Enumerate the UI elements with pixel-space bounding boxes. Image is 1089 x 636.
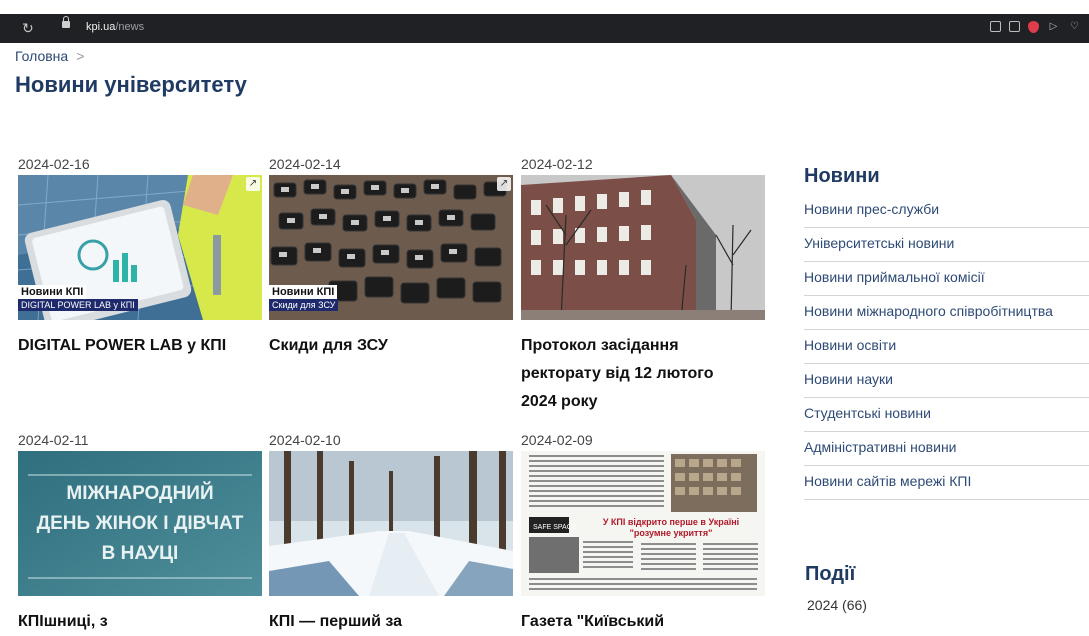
shield-icon[interactable] <box>1028 20 1039 33</box>
image-text-line: ДЕНЬ ЖІНОК І ДІВЧАТ <box>37 513 244 534</box>
news-image[interactable] <box>521 175 765 320</box>
sidebar-item-international[interactable]: Новини міжнародного співробітництва <box>804 296 1089 330</box>
news-title-link[interactable]: Скиди для ЗСУ <box>269 332 494 360</box>
url-path: /news <box>115 21 145 33</box>
news-image[interactable]: ↗ Новини КПІ DIGITAL POWER LAB у КПІ <box>18 175 262 320</box>
news-card[interactable]: 2024-02-12 Протокол засідання ректорату … <box>521 156 765 416</box>
sidebar-item-network-sites[interactable]: Новини сайтів мережі КПІ <box>804 466 1089 500</box>
image-text-line: В НАУЦІ <box>102 543 179 564</box>
reload-icon[interactable]: ↻ <box>22 20 34 37</box>
sidebar-news-categories: Новини Новини прес-служби Університетськ… <box>804 165 1089 500</box>
address-bar[interactable]: kpi.ua/news <box>86 21 144 33</box>
breadcrumb-home-link[interactable]: Головна <box>15 48 68 64</box>
news-date: 2024-02-09 <box>521 432 593 448</box>
image-badge: Новини КПІ Скиди для ЗСУ <box>269 285 339 311</box>
share-icon[interactable]: ↗ <box>497 177 511 191</box>
sidebar-list: Новини прес-служби Університетські новин… <box>804 194 1089 500</box>
sidebar-item-university[interactable]: Університетські новини <box>804 228 1089 262</box>
page-title: Новини університету <box>15 72 247 97</box>
news-title-link[interactable]: КПІ — перший за <box>269 608 494 636</box>
news-title-link[interactable]: Протокол засідання ректорату від 12 люто… <box>521 332 746 416</box>
badge-caption: DIGITAL POWER LAB у КПІ <box>18 299 138 311</box>
sidebar-item-education[interactable]: Новини освіти <box>804 330 1089 364</box>
news-title-link[interactable]: КПІшниці, з <box>18 608 243 636</box>
news-image[interactable]: SAFE SPACE У КПІ відкрито перше в Україн… <box>521 451 765 596</box>
news-image[interactable]: ↗ Новини КПІ Скиди для ЗСУ <box>269 175 513 320</box>
news-card[interactable]: 2024-02-14 ↗ Новини КПІ Скиди для ЗСУ Ск… <box>269 156 513 416</box>
sidebar-item-science[interactable]: Новини науки <box>804 364 1089 398</box>
url-host: kpi.ua <box>86 21 116 33</box>
events-year-link[interactable]: 2024 (66) <box>807 597 867 613</box>
news-card[interactable]: 2024-02-09 SAFE SPACE У КПІ відкрито пер… <box>521 432 765 632</box>
news-date: 2024-02-14 <box>269 156 341 172</box>
news-title-link[interactable]: Газета "Київський <box>521 608 746 636</box>
browser-toolbar: ↻ kpi.ua/news ▷ ♡ <box>0 14 1089 43</box>
news-date: 2024-02-16 <box>18 156 90 172</box>
news-title-link[interactable]: DIGITAL POWER LAB у КПІ <box>18 332 243 360</box>
heart-icon[interactable]: ♡ <box>1068 20 1081 33</box>
news-card[interactable]: 2024-02-11 МІЖНАРОДНИЙ ДЕНЬ ЖІНОК І ДІВЧ… <box>18 432 262 632</box>
sidebar-item-students[interactable]: Студентські новини <box>804 398 1089 432</box>
badge-caption: Скиди для ЗСУ <box>269 299 339 311</box>
image-text-line: "розумне укриття" <box>630 528 713 538</box>
news-date: 2024-02-11 <box>18 432 89 448</box>
camera-icon[interactable] <box>1009 21 1020 32</box>
news-card[interactable]: 2024-02-10 КПІ — перший за <box>269 432 513 632</box>
events-title: Події <box>805 563 856 585</box>
image-text-line: SAFE SPACE <box>533 524 577 531</box>
share-icon[interactable]: ↗ <box>246 177 260 191</box>
toolbar-icons: ▷ ♡ <box>990 20 1081 33</box>
send-icon[interactable]: ▷ <box>1047 20 1060 33</box>
sidebar-item-administrative[interactable]: Адміністративні новини <box>804 432 1089 466</box>
breadcrumb: Головна > <box>15 48 84 64</box>
badge-label: Новини КПІ <box>18 285 87 299</box>
badge-label: Новини КПІ <box>269 285 338 299</box>
news-card[interactable]: 2024-02-16 ↗ Новини КПІ DIGITAL POWER LA… <box>18 156 262 416</box>
news-image[interactable] <box>269 451 513 596</box>
image-text-line: У КПІ відкрито перше в Україні <box>603 517 739 527</box>
news-date: 2024-02-10 <box>269 432 341 448</box>
breadcrumb-separator: > <box>76 48 85 64</box>
lock-icon[interactable] <box>62 16 70 28</box>
sidebar-item-admissions[interactable]: Новини приймальної комісії <box>804 262 1089 296</box>
edit-icon[interactable] <box>990 21 1001 32</box>
news-date: 2024-02-12 <box>521 156 593 172</box>
image-badge: Новини КПІ DIGITAL POWER LAB у КПІ <box>18 285 138 311</box>
image-text-line: МІЖНАРОДНИЙ <box>66 482 213 504</box>
sidebar-item-press[interactable]: Новини прес-служби <box>804 194 1089 228</box>
news-image[interactable]: МІЖНАРОДНИЙ ДЕНЬ ЖІНОК І ДІВЧАТ В НАУЦІ <box>18 451 262 596</box>
sidebar-title: Новини <box>804 165 880 187</box>
